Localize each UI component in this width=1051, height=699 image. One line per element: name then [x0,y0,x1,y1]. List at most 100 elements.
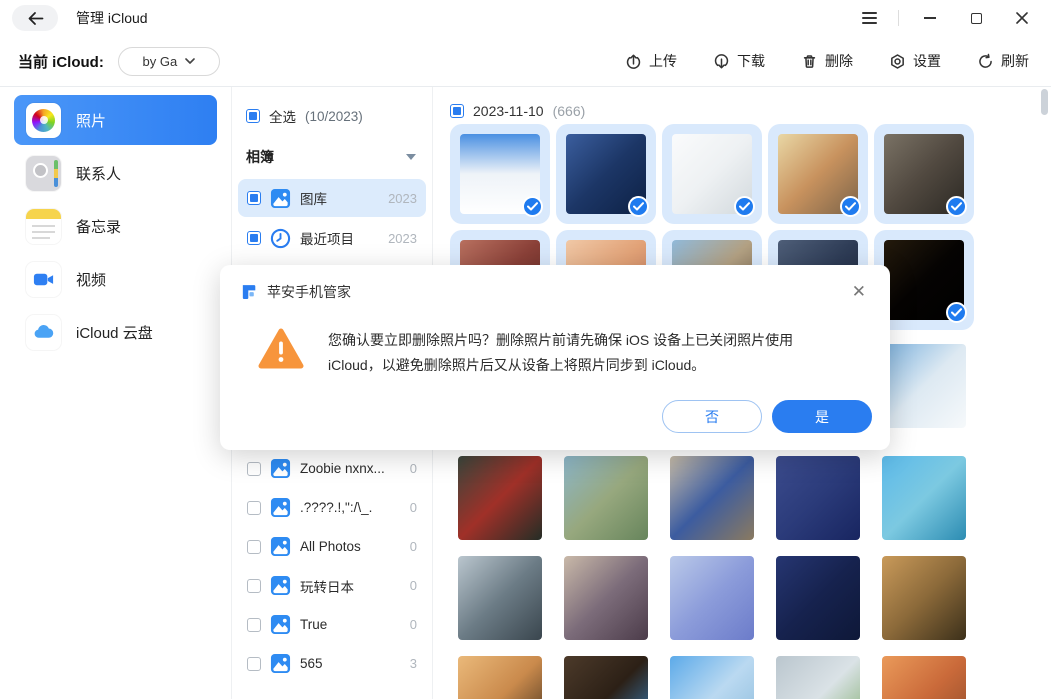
photo-grid-row [450,456,1051,540]
toolbar-action-刷新[interactable]: 刷新 [977,51,1029,71]
album-row[interactable]: Zoobie nxnx...0 [238,449,426,488]
album-row[interactable]: 图库2023 [238,179,426,217]
select-all-label: 全选 [269,106,296,126]
photo-cell [874,124,974,224]
poseidon-statue[interactable] [458,556,542,640]
sidebar-item-label: iCloud 云盘 [76,322,153,343]
collapse-caret-icon[interactable] [406,154,416,160]
check-badge-icon [946,196,967,217]
divider [898,10,899,26]
icloud-drive-icon [26,315,61,350]
refresh-icon [977,53,994,70]
no-button[interactable]: 否 [662,400,762,433]
angkor-wat-sunset[interactable] [882,556,966,640]
chevron-down-icon [185,58,195,64]
maximize-button[interactable] [961,5,991,31]
photo-grid-row [450,124,1051,224]
sidebar-item-联系人[interactable]: 联系人 [14,148,217,198]
close-button[interactable] [1007,5,1037,31]
hilltop-tower[interactable] [776,656,860,699]
sidebar-item-label: 视频 [76,269,106,290]
album-row[interactable]: 最近项目2023 [238,219,426,257]
toolbar-action-删除[interactable]: 删除 [801,51,853,71]
sun-over-snowy-peaks[interactable] [670,656,754,699]
album-checkbox[interactable] [247,501,261,515]
toolbar: 当前 iCloud: by Ga 上传下载删除设置刷新 [0,36,1051,87]
sidebar-item-iCloud 云盘[interactable]: iCloud 云盘 [14,307,217,357]
album-checkbox[interactable] [247,231,261,245]
album-checkbox[interactable] [247,579,261,593]
album-row[interactable]: .????.!,":/\_.0 [238,488,426,527]
stadium-aerial-view[interactable] [564,456,648,540]
photo-cell [556,124,656,224]
scrollbar-thumb[interactable] [1041,89,1048,115]
album-row[interactable]: All Photos0 [238,527,426,566]
album-checkbox[interactable] [247,191,261,205]
anime-characters[interactable] [564,556,648,640]
album-name: 565 [300,656,401,671]
album-icon [270,497,291,518]
sidebar-item-备忘录[interactable]: 备忘录 [14,201,217,251]
back-button[interactable] [12,5,58,31]
sidebar-item-label: 备忘录 [76,216,121,237]
toolbar-action-上传[interactable]: 上传 [625,51,677,71]
check-badge-icon [522,196,543,217]
album-checkbox[interactable] [247,540,261,554]
panda-mascot-display[interactable] [670,456,754,540]
photo-cell [874,556,974,640]
tokyo-tower-night[interactable] [776,556,860,640]
album-checkbox[interactable] [247,462,261,476]
album-row[interactable]: 玩转日本0 [238,566,426,605]
toolbar-action-设置[interactable]: 设置 [889,51,941,71]
delete-confirm-dialog: 苹安手机管家 ✕ 您确认要立即删除照片吗？删除照片前请先确保 iOS 设备上已关… [220,265,890,450]
album-icon [270,653,291,674]
check-badge-icon [840,196,861,217]
venice-canal-dusk[interactable] [776,456,860,540]
dialog-header: 苹安手机管家 ✕ [220,265,890,302]
toolbar-action-label: 设置 [913,51,941,71]
blackboard-calligraphy[interactable] [458,456,542,540]
dark-abstract-figures[interactable] [564,656,648,699]
sidebar: 照片联系人备忘录视频 iCloud 云盘 [0,87,232,699]
sunset-mountain-silhouette[interactable] [458,656,542,699]
account-name: by Ga [142,54,177,69]
warning-triangle-icon [258,328,304,370]
sidebar-item-视频[interactable]: 视频 [14,254,217,304]
toolbar-action-下载[interactable]: 下载 [713,51,765,71]
tropical-beach[interactable] [882,456,966,540]
album-count: 3 [410,656,417,671]
select-all-checkbox[interactable] [246,109,260,123]
select-all-row: 全选 (10/2023) [246,107,418,125]
photo-cell [768,456,868,540]
snowy-forest-road[interactable] [882,344,966,428]
lighthouse-sunset[interactable] [882,656,966,699]
delete-icon [801,53,818,70]
miku-snow-art[interactable] [670,556,754,640]
album-checkbox[interactable] [247,657,261,671]
group-checkbox[interactable] [450,104,464,118]
photo-cell [450,456,550,540]
album-row[interactable]: True0 [238,605,426,644]
photo-cell [556,456,656,540]
minimize-button[interactable] [915,5,945,31]
dialog-close-icon[interactable]: ✕ [848,281,870,302]
upload-icon [625,53,642,70]
photo-grid-row [450,656,1051,699]
dialog-app-name: 苹安手机管家 [267,282,351,302]
sidebar-item-照片[interactable]: 照片 [14,95,217,145]
selected-photo-frame [874,124,974,224]
photo-cell [874,456,974,540]
album-count: 0 [410,578,417,593]
account-selector[interactable]: by Ga [118,47,220,76]
photo-cell [768,124,868,224]
photo-cell [768,656,868,699]
title-bar: 管理 iCloud [0,0,1051,36]
photo-cell [768,556,868,640]
photo-cell [450,656,550,699]
toolbar-action-label: 删除 [825,51,853,71]
album-checkbox[interactable] [247,618,261,632]
yes-button[interactable]: 是 [772,400,872,433]
album-row[interactable]: 565 3 [238,644,426,683]
videos-icon [26,262,61,297]
menu-icon[interactable] [854,5,884,31]
